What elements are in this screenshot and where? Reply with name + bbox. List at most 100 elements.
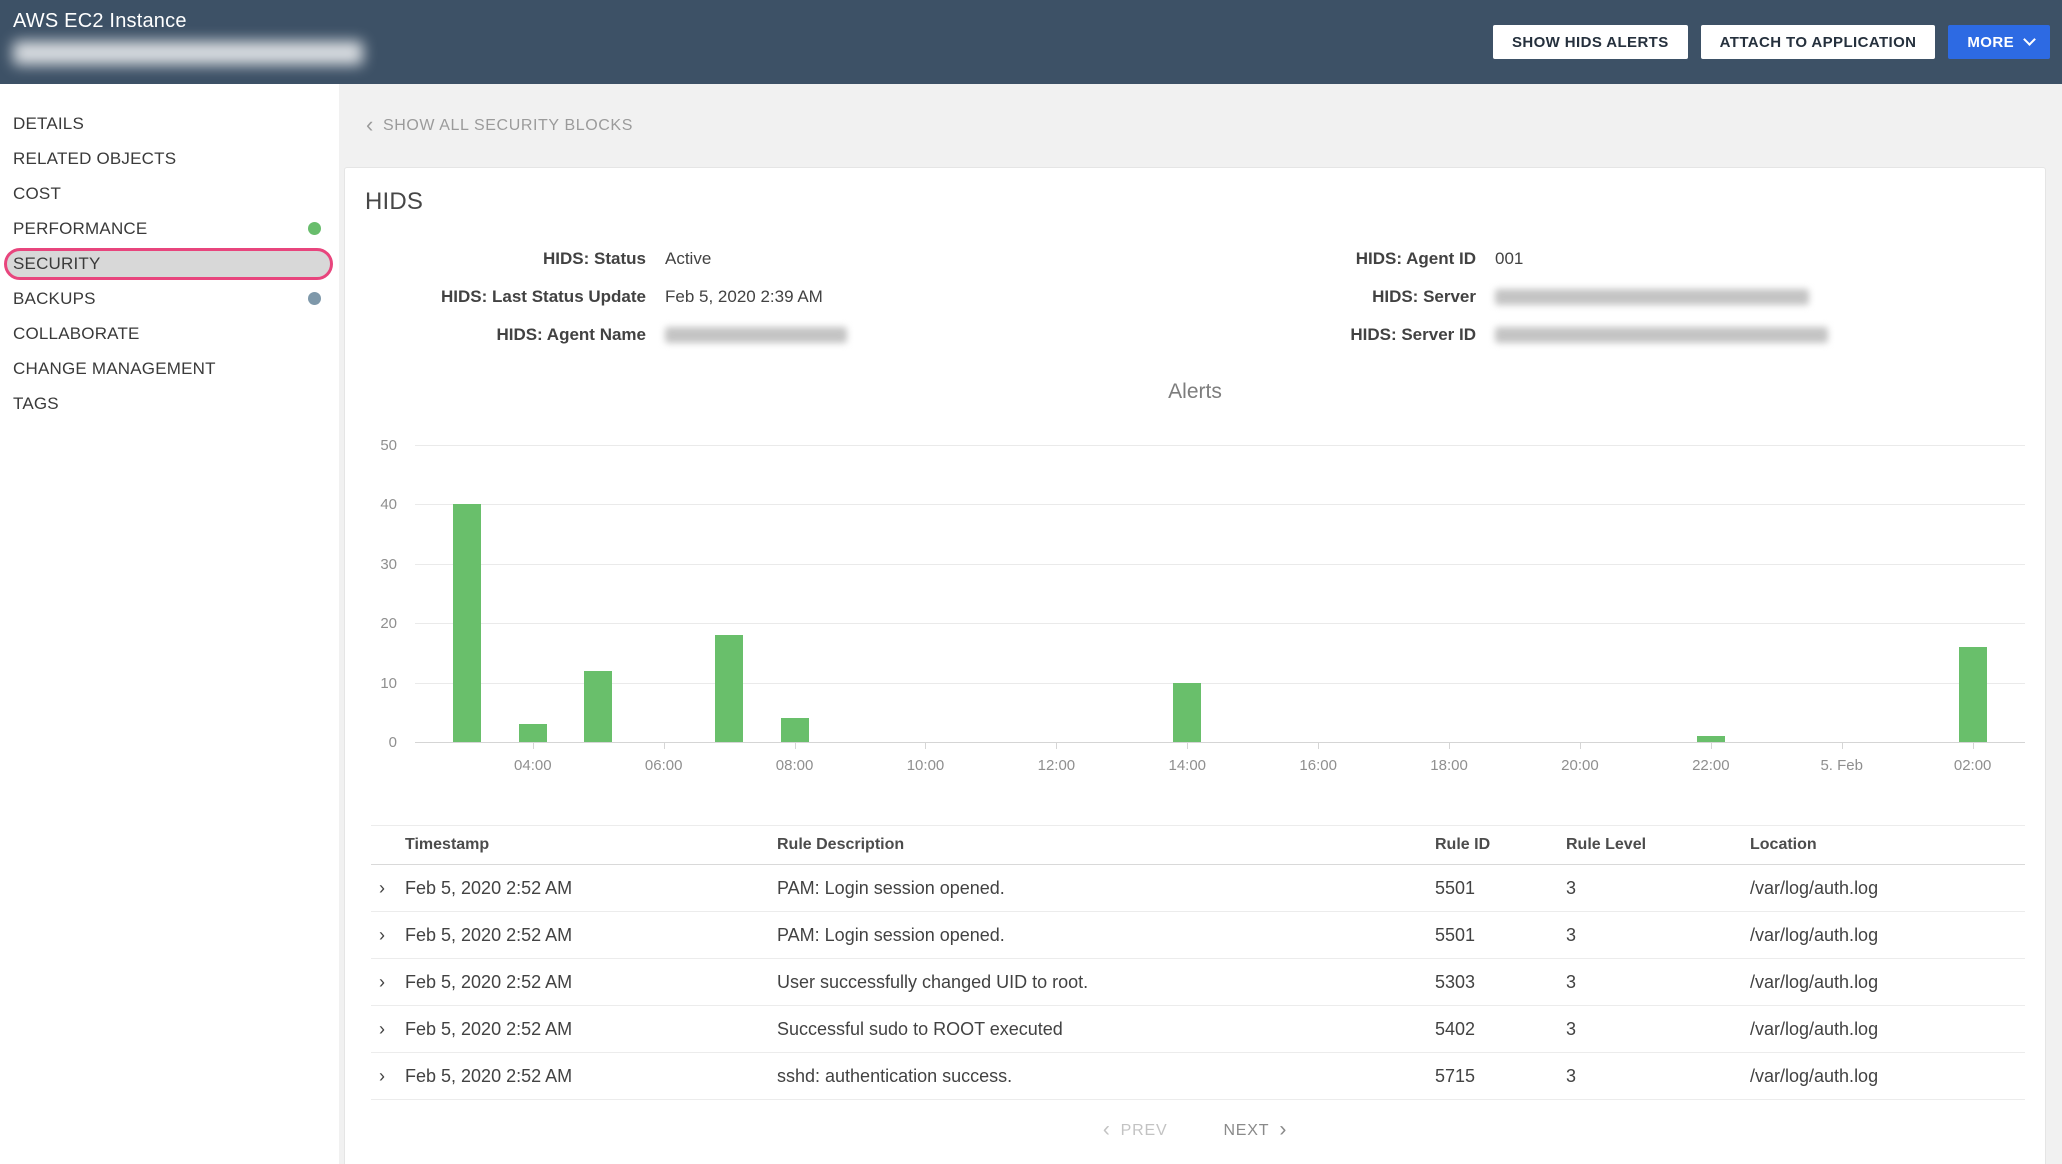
chart-y-tick-label: 50 [380, 437, 397, 454]
cell-rule-description: Successful sudo to ROOT executed [777, 1018, 1063, 1039]
sidebar-item-label: PERFORMANCE [13, 218, 148, 238]
expand-row-icon[interactable]: › [371, 973, 405, 991]
cell-rule-description: PAM: Login session opened. [777, 924, 1005, 945]
column-header-timestamp: Timestamp [405, 836, 490, 853]
table-row[interactable]: › Feb 5, 2020 2:52 AM Successful sudo to… [371, 1006, 2025, 1053]
chart-x-tick-mark [1187, 743, 1189, 749]
next-page-button[interactable]: NEXT › [1223, 1119, 1287, 1140]
chevron-left-icon: ‹ [366, 111, 374, 137]
column-header-rule-id: Rule ID [1435, 836, 1491, 853]
chart-x-tick-mark [663, 743, 665, 749]
table-row[interactable]: › Feb 5, 2020 2:52 AM PAM: Login session… [371, 865, 2025, 912]
chart-bar-04:00 [518, 724, 547, 742]
detail-label: HIDS: Agent ID [1355, 249, 1476, 268]
cell-location: /var/log/auth.log [1750, 877, 1879, 898]
chart-bar-22:00 [1696, 736, 1725, 742]
attach-to-application-button[interactable]: ATTACH TO APPLICATION [1700, 25, 1936, 59]
back-link-label: SHOW ALL SECURITY BLOCKS [382, 117, 633, 134]
backups-status-dot-icon [308, 292, 321, 305]
cell-rule-id: 5402 [1435, 1018, 1476, 1039]
chart-x-tick-mark [1449, 743, 1451, 749]
chart-x-tick-label: 20:00 [1561, 757, 1599, 774]
sidebar-item-cost[interactable]: COST [0, 176, 339, 211]
table-row[interactable]: › Feb 5, 2020 2:52 AM User successfully … [371, 959, 2025, 1006]
chart-y-tick-label: 30 [380, 555, 397, 573]
card-title: HIDS [365, 188, 424, 215]
chevron-left-icon: ‹ [1102, 1118, 1111, 1141]
sidebar-item-change-management[interactable]: CHANGE MANAGEMENT [0, 351, 339, 386]
cell-rule-id: 5501 [1435, 924, 1476, 945]
sidebar-item-tags[interactable]: TAGS [0, 386, 339, 421]
column-header-rule-description: Rule Description [777, 836, 905, 853]
cell-timestamp: Feb 5, 2020 2:52 AM [405, 877, 573, 898]
prev-label: PREV [1120, 1122, 1168, 1139]
hids-card: HIDS HIDS: Status Active HIDS: Last Stat… [344, 167, 2046, 1164]
cell-timestamp: Feb 5, 2020 2:52 AM [405, 1065, 573, 1086]
expand-row-icon[interactable]: › [371, 1020, 405, 1038]
expand-row-icon[interactable]: › [371, 1067, 405, 1085]
table-header-row: Timestamp Rule Description Rule ID Rule … [371, 825, 2025, 865]
app-root: AWS EC2 Instance SHOW HIDS ALERTS ATTACH… [0, 0, 2062, 1164]
cell-rule-level: 3 [1566, 971, 1577, 992]
table-row[interactable]: › Feb 5, 2020 2:52 AM sshd: authenticati… [371, 1053, 2025, 1100]
chevron-down-icon [2023, 33, 2036, 46]
sidebar-item-label: TAGS [13, 393, 59, 413]
sidebar-item-backups[interactable]: BACKUPS [0, 281, 339, 316]
detail-row-agent-name: HIDS: Agent Name [365, 316, 1195, 354]
chart-x-tick-label: 22:00 [1692, 757, 1730, 774]
sidebar-item-security[interactable]: SECURITY [4, 248, 333, 280]
details-left-column: HIDS: Status Active HIDS: Last Status Up… [365, 240, 1195, 354]
chart-x-tick-mark [794, 743, 796, 749]
next-label: NEXT [1223, 1122, 1270, 1139]
sidebar-item-label: BACKUPS [13, 288, 96, 308]
sidebar-item-performance[interactable]: PERFORMANCE [0, 211, 339, 246]
cell-rule-id: 5715 [1435, 1065, 1476, 1086]
chart-x-tick-label: 02:00 [1953, 757, 1992, 774]
chart-x-tick-mark [1972, 743, 1974, 749]
detail-label: HIDS: Server [1372, 287, 1476, 306]
expand-row-icon[interactable]: › [371, 879, 405, 897]
chart-bar-07:00 [715, 635, 744, 742]
page-title: AWS EC2 Instance [13, 10, 187, 32]
sidebar-item-label: COLLABORATE [13, 323, 140, 343]
sidebar-item-details[interactable]: DETAILS [0, 106, 339, 141]
detail-value: Feb 5, 2020 2:39 AM [665, 287, 823, 306]
chart-gridline [415, 623, 2025, 625]
sidebar-item-label: CHANGE MANAGEMENT [13, 358, 216, 378]
cell-rule-level: 3 [1566, 1065, 1577, 1086]
chart-x-tick-label: 10:00 [906, 757, 945, 774]
prev-page-button[interactable]: ‹ PREV [1102, 1118, 1168, 1141]
show-hids-alerts-button[interactable]: SHOW HIDS ALERTS [1492, 25, 1688, 59]
chart-bar-05:00 [584, 670, 613, 742]
chart-y-tick-label: 40 [380, 496, 397, 514]
detail-row-status: HIDS: Status Active [365, 240, 1195, 278]
chart-bar-03:00 [453, 504, 482, 742]
column-header-rule-level: Rule Level [1566, 836, 1647, 853]
cell-timestamp: Feb 5, 2020 2:52 AM [405, 971, 573, 992]
alerts-chart: Alerts 0 10 20 30 40 50 04:00 06:00 08:00 10:00 12… [365, 380, 2025, 779]
sidebar-item-related-objects[interactable]: RELATED OBJECTS [0, 141, 339, 176]
show-all-security-blocks-link[interactable]: ‹ SHOW ALL SECURITY BLOCKS [366, 111, 2062, 137]
chart-x-tick-label: 08:00 [775, 757, 814, 774]
sidebar-item-label: SECURITY [13, 254, 101, 273]
pagination: ‹ PREV NEXT › [365, 1118, 2025, 1144]
sidebar-item-label: COST [13, 183, 62, 203]
chart-x-tick-mark [1318, 743, 1320, 749]
cell-rule-id: 5501 [1435, 877, 1476, 898]
cell-rule-id: 5303 [1435, 971, 1476, 992]
detail-value: Active [665, 249, 712, 268]
table-row[interactable]: › Feb 5, 2020 2:52 AM PAM: Login session… [371, 912, 2025, 959]
chart-title: Alerts [1168, 380, 1222, 403]
chart-x-tick-label: 16:00 [1299, 757, 1337, 774]
cell-rule-description: User successfully changed UID to root. [777, 971, 1089, 992]
more-button[interactable]: MORE [1948, 25, 2050, 59]
expand-row-icon[interactable]: › [371, 926, 405, 944]
chart-x-tick-label: 14:00 [1168, 757, 1207, 774]
detail-label: HIDS: Status [543, 249, 646, 268]
sidebar-item-collaborate[interactable]: COLLABORATE [0, 316, 339, 351]
header-left: AWS EC2 Instance [13, 10, 363, 65]
redacted-server-id [1495, 327, 1828, 343]
chart-bar-08:00 [780, 718, 809, 742]
chart-x-tick-mark [1056, 743, 1058, 749]
cell-rule-level: 3 [1566, 1018, 1577, 1039]
